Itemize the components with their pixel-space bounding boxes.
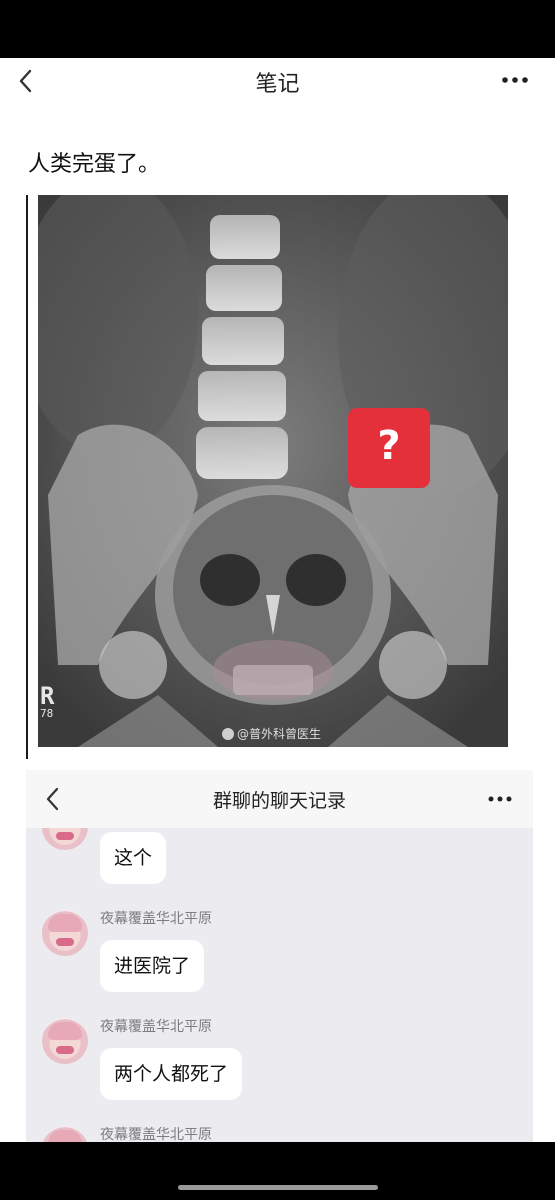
question-badge: ? xyxy=(348,408,430,488)
page-title: 笔记 xyxy=(255,72,300,97)
chat-messages[interactable]: 这个 夜幕覆盖华北平原 进医院了 夜幕覆盖华北平原 两个人都死了 夜幕覆盖华北平… xyxy=(26,828,533,1142)
quote-divider xyxy=(26,195,28,759)
note-screen: 笔记 人类完蛋了。 ? R 78 @普外科曾医生 群聊的聊天记录 这个 夜幕覆盖… xyxy=(0,58,555,1142)
chat-title: 群聊的聊天记录 xyxy=(212,790,346,812)
message-bubble[interactable]: 进医院了 xyxy=(100,940,205,992)
home-indicator[interactable] xyxy=(178,1185,378,1190)
watermark-text: @普外科曾医生 xyxy=(237,727,322,741)
xray-marker-number: 78 xyxy=(40,707,54,720)
status-bar xyxy=(0,0,555,58)
badge-text: ? xyxy=(377,423,401,469)
top-nav: 笔记 xyxy=(0,58,555,104)
avatar[interactable] xyxy=(42,1018,88,1064)
message-bubble[interactable]: 两个人都死了 xyxy=(100,1048,243,1100)
xray-picture xyxy=(38,195,508,747)
sender-name: 夜幕覆盖华北平原 xyxy=(100,1019,212,1035)
avatar[interactable] xyxy=(42,910,88,956)
xray-image[interactable] xyxy=(38,195,508,747)
bottom-bar xyxy=(0,1142,555,1200)
image-watermark: @普外科曾医生 xyxy=(222,725,321,742)
more-dots-icon xyxy=(502,77,528,83)
weibo-icon xyxy=(222,728,234,740)
xray-marker-letter: R xyxy=(40,682,55,710)
message-bubble[interactable]: 这个 xyxy=(100,832,167,884)
avatar[interactable] xyxy=(42,828,88,850)
xray-marker: R 78 xyxy=(40,684,54,720)
more-button[interactable] xyxy=(501,70,529,90)
chat-header: 群聊的聊天记录 xyxy=(26,770,533,828)
chat-more-button[interactable] xyxy=(487,790,513,808)
sender-name: 夜幕覆盖华北平原 xyxy=(100,911,212,927)
post-text: 人类完蛋了。 xyxy=(28,152,161,177)
sender-name: 夜幕覆盖华北平原 xyxy=(100,1127,212,1142)
more-dots-icon xyxy=(488,796,512,802)
avatar[interactable] xyxy=(42,1126,88,1142)
